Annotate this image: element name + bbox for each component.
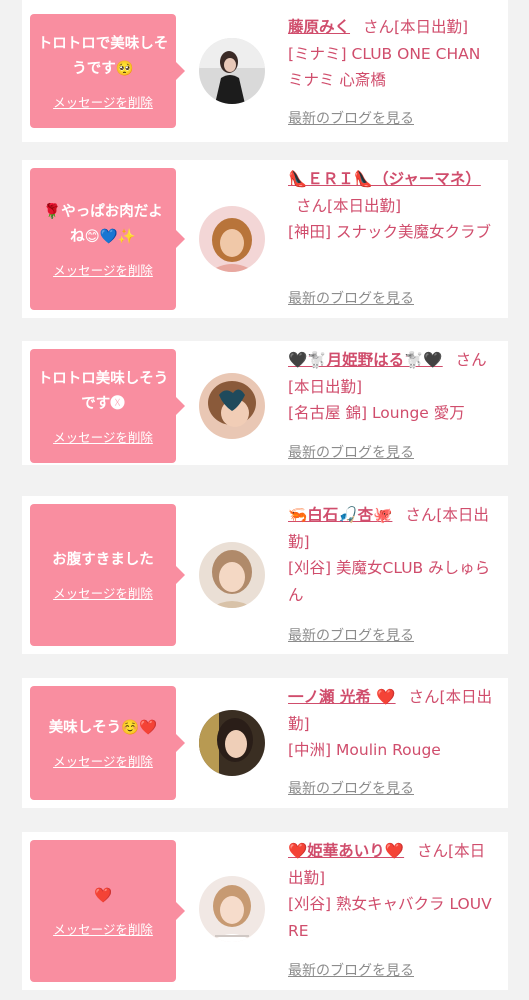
delete-message-link[interactable]: メッセージを削除 [53, 751, 153, 770]
message-bubble: トロトロで美味しそうです🥺 メッセージを削除 [30, 14, 185, 128]
message-bubble: 美味しそう☺️❤️ メッセージを削除 [30, 686, 185, 800]
message-bubble: 🌹やっぱお肉だよね😊💙✨ メッセージを削除 [30, 168, 185, 310]
cast-name-link[interactable]: ❤️姫華あいり❤️ [288, 842, 404, 860]
avatar[interactable] [199, 542, 265, 608]
message-card: お腹すきました メッセージを削除 🦐白石🎣杏🐙 さん[本日出勤] [刈谷] 美魔… [22, 496, 508, 654]
cast-name-link[interactable]: 一ノ瀬 光希 ❤️ [288, 688, 396, 706]
cast-name-link[interactable]: 🖤🐩月姫野はる🐩🖤 [288, 351, 443, 369]
message-card: ❤️ メッセージを削除 ❤️姫華あいり❤️ さん[本日出勤] [刈谷] 熟女キャ… [22, 832, 508, 990]
latest-blog-link[interactable]: 最新のブログを見る [288, 108, 414, 128]
cast-status: さん[本日出勤] [296, 196, 402, 215]
delete-message-link[interactable]: メッセージを削除 [53, 427, 153, 446]
message-list: トロトロで美味しそうです🥺 メッセージを削除 藤原みく さん[本日出勤] [ミナ… [0, 0, 529, 1000]
cast-status: さん[本日出勤] [362, 18, 469, 36]
cast-name-link[interactable]: 👠ＥＲＩ👠（ジャーマネ） [288, 170, 481, 188]
delete-message-link[interactable]: メッセージを削除 [53, 92, 153, 111]
shop-name: [名古屋 錦] Lounge 愛万 [288, 404, 465, 422]
latest-blog-link[interactable]: 最新のブログを見る [288, 442, 414, 462]
delete-message-link[interactable]: メッセージを削除 [53, 260, 153, 279]
message-card: 🌹やっぱお肉だよね😊💙✨ メッセージを削除 👠ＥＲＩ👠（ジャーマネ） さん[本日… [22, 160, 508, 318]
avatar[interactable] [199, 373, 265, 439]
shop-name: [ミナミ] CLUB ONE CHAN ミナミ 心斎橋 [288, 44, 481, 90]
shop-name: [刈谷] 美魔女CLUB みしゅらん [288, 559, 491, 604]
avatar[interactable] [199, 38, 265, 104]
message-card: 美味しそう☺️❤️ メッセージを削除 一ノ瀬 光希 ❤️ さん[本日出勤] [中… [22, 678, 508, 808]
cast-name-link[interactable]: 🦐白石🎣杏🐙 [288, 506, 392, 524]
message-text: ❤️ [93, 888, 113, 904]
delete-message-link[interactable]: メッセージを削除 [53, 583, 153, 602]
message-text: トロトロで美味しそうです🥺 [37, 35, 169, 77]
latest-blog-link[interactable]: 最新のブログを見る [288, 625, 414, 645]
latest-blog-link[interactable]: 最新のブログを見る [288, 288, 414, 308]
message-card: トロトロ美味しそうです🅧 メッセージを削除 🖤🐩月姫野はる🐩🖤 さん[本日出勤]… [22, 341, 508, 465]
delete-message-link[interactable]: メッセージを削除 [53, 919, 153, 938]
avatar[interactable] [199, 876, 265, 942]
message-bubble: お腹すきました メッセージを削除 [30, 504, 185, 646]
message-card: トロトロで美味しそうです🥺 メッセージを削除 藤原みく さん[本日出勤] [ミナ… [22, 0, 508, 142]
avatar[interactable] [199, 710, 265, 776]
latest-blog-link[interactable]: 最新のブログを見る [288, 778, 414, 798]
message-text: お腹すきました [52, 552, 154, 568]
message-text: トロトロ美味しそうです🅧 [37, 370, 169, 412]
latest-blog-link[interactable]: 最新のブログを見る [288, 960, 414, 980]
message-text: 🌹やっぱお肉だよね😊💙✨ [43, 203, 163, 245]
shop-name: [中洲] Moulin Rouge [288, 741, 441, 759]
message-text: 美味しそう☺️❤️ [48, 720, 158, 736]
avatar[interactable] [199, 206, 265, 272]
cast-name-link[interactable]: 藤原みく [288, 18, 350, 36]
message-bubble: トロトロ美味しそうです🅧 メッセージを削除 [30, 349, 185, 463]
shop-name: [刈谷] 熟女キャバクラ LOUVRE [288, 895, 492, 940]
message-bubble: ❤️ メッセージを削除 [30, 840, 185, 982]
shop-name: [神田] スナック美魔女クラブ [288, 223, 492, 241]
